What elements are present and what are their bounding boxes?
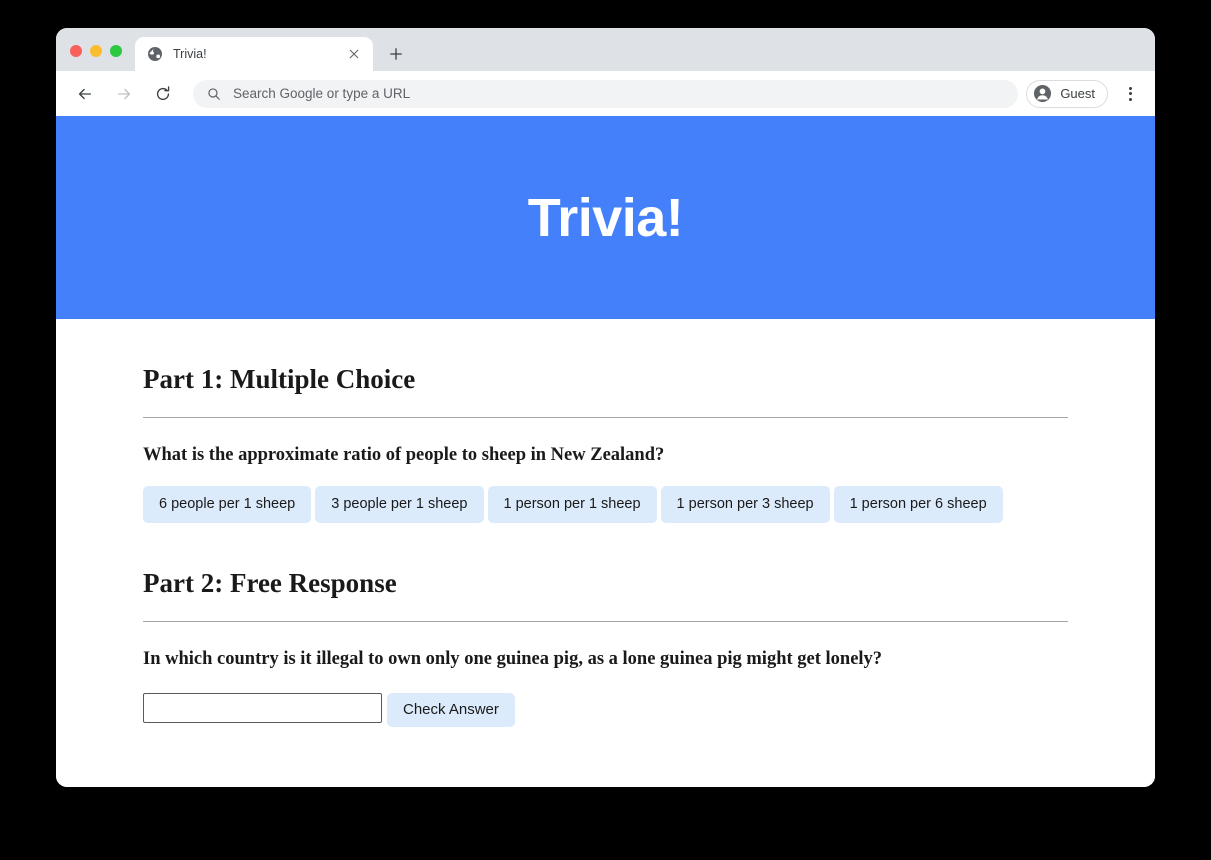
maximize-window-button[interactable]	[110, 45, 122, 57]
choice-button[interactable]: 1 person per 6 sheep	[833, 485, 1003, 523]
three-dot-menu-icon[interactable]	[1117, 81, 1143, 107]
part1-choice-list: 6 people per 1 sheep 3 people per 1 shee…	[143, 466, 1068, 523]
close-tab-icon[interactable]	[345, 45, 363, 63]
browser-tab[interactable]: Trivia!	[135, 37, 373, 71]
part2-question: In which country is it illegal to own on…	[143, 648, 883, 669]
profile-name: Guest	[1060, 86, 1095, 101]
browser-window: Trivia! Search Google or type a URL Gues…	[56, 28, 1155, 787]
part2-answer-row: Check Answer	[143, 670, 1068, 727]
search-icon	[207, 87, 221, 101]
tab-strip: Trivia!	[56, 28, 1155, 71]
browser-toolbar: Search Google or type a URL Guest	[56, 71, 1155, 116]
profile-button[interactable]: Guest	[1026, 79, 1108, 108]
check-answer-button[interactable]: Check Answer	[387, 692, 515, 727]
choice-button[interactable]: 1 person per 3 sheep	[660, 485, 830, 523]
minimize-window-button[interactable]	[90, 45, 102, 57]
part1-heading: Part 1: Multiple Choice	[143, 364, 416, 394]
choice-button[interactable]: 1 person per 1 sheep	[487, 485, 657, 523]
tab-title: Trivia!	[173, 47, 207, 61]
address-bar-placeholder: Search Google or type a URL	[233, 86, 411, 101]
choice-button[interactable]: 6 people per 1 sheep	[143, 485, 312, 523]
address-bar[interactable]: Search Google or type a URL	[193, 79, 1019, 108]
person-icon	[1033, 84, 1052, 103]
page-title: Trivia!	[527, 187, 684, 248]
back-button[interactable]	[70, 79, 100, 109]
part2-heading: Part 2: Free Response	[143, 567, 397, 598]
page-content: Part 1: Multiple Choice What is the appr…	[56, 319, 1155, 727]
new-tab-button[interactable]	[382, 40, 410, 68]
answer-input[interactable]	[143, 692, 382, 723]
page-viewport: Trivia! Part 1: Multiple Choice What is …	[56, 116, 1155, 787]
choice-button[interactable]: 3 people per 1 sheep	[315, 485, 484, 523]
window-traffic-lights	[56, 45, 135, 71]
page-hero-banner: Trivia!	[56, 116, 1155, 319]
close-window-button[interactable]	[70, 45, 82, 57]
globe-icon	[147, 46, 163, 62]
part1-question: What is the approximate ratio of people …	[143, 444, 665, 465]
forward-button[interactable]	[109, 79, 139, 109]
reload-button[interactable]	[148, 79, 178, 109]
